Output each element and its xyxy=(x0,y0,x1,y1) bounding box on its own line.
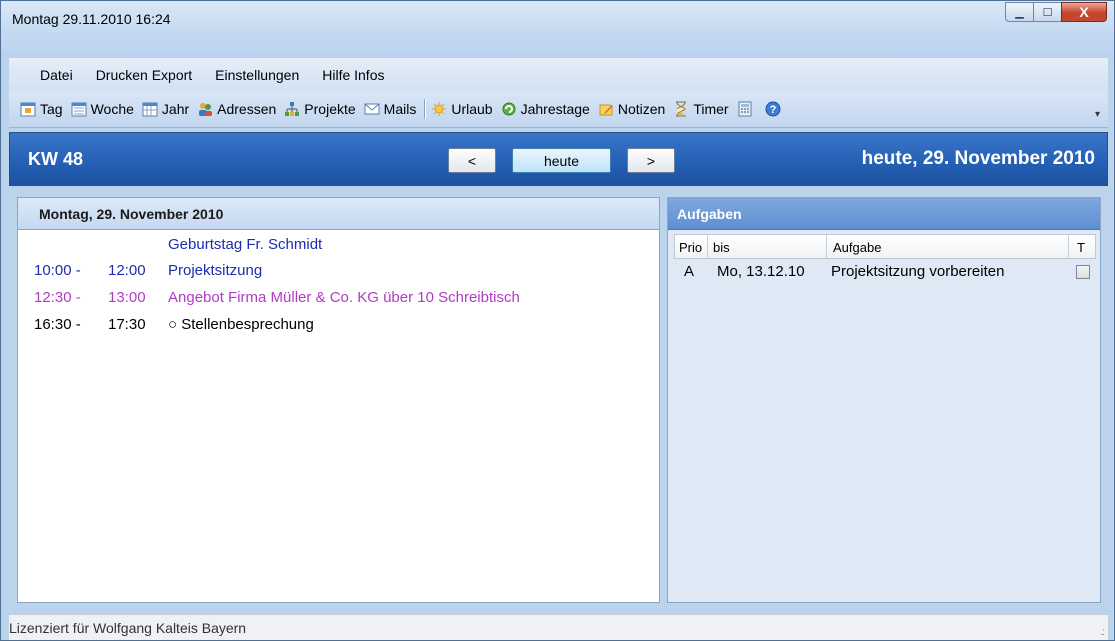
toolbar-separator xyxy=(424,99,426,119)
hourglass-icon xyxy=(673,101,689,117)
calendar-week-icon xyxy=(71,101,87,117)
toolbar-help-button[interactable]: ? xyxy=(765,101,785,117)
today-button[interactable]: heute xyxy=(512,148,611,173)
toolbar-timer-label: Timer xyxy=(693,101,729,117)
mail-icon xyxy=(364,101,380,117)
close-button[interactable]: X xyxy=(1061,2,1107,22)
window-title: Montag 29.11.2010 16:24 xyxy=(12,11,171,27)
toolbar-overflow-icon[interactable]: ▾ xyxy=(1095,109,1100,120)
toolbar-notizen-label: Notizen xyxy=(617,101,666,117)
contacts-icon xyxy=(197,101,213,117)
svg-text:?: ? xyxy=(769,104,776,116)
current-date-label: heute, 29. November 2010 xyxy=(861,148,1095,169)
menu-drucken-export[interactable]: Drucken Export xyxy=(96,67,192,83)
toolbar-jahrestage-button[interactable]: Jahrestage xyxy=(501,101,590,117)
today-button-label: heute xyxy=(543,152,580,169)
notes-icon xyxy=(598,101,614,117)
appointment-start: 16:30 - xyxy=(34,316,81,333)
calendar-year-icon xyxy=(142,101,158,117)
task-title: Projektsitzung vorbereiten xyxy=(831,263,1005,280)
appointment-start: 10:00 - xyxy=(34,262,81,279)
status-bar: Lizenziert für Wolfgang Kalteis Bayern .… xyxy=(9,614,1108,640)
toolbar-calculator-button[interactable] xyxy=(737,101,757,117)
week-navigation-bar: KW 48 < heute > heute, 29. November 2010 xyxy=(9,132,1108,186)
toolbar-woche-label: Woche xyxy=(90,101,134,117)
previous-week-button[interactable]: < xyxy=(448,148,496,173)
previous-label: < xyxy=(467,152,477,169)
appointment-subject: Angebot Firma Müller & Co. KG über 10 Sc… xyxy=(168,289,520,306)
calendar-day-icon xyxy=(20,101,36,117)
column-header-aufgabe[interactable]: Aufgabe xyxy=(833,240,881,255)
resize-grip-icon[interactable]: .: xyxy=(1100,627,1104,638)
menu-bar: Datei Drucken Export Einstellungen Hilfe… xyxy=(9,58,1108,91)
menu-hilfe-infos[interactable]: Hilfe Infos xyxy=(322,67,384,83)
toolbar-projekte-button[interactable]: Projekte xyxy=(284,101,356,117)
toolbar-woche-button[interactable]: Woche xyxy=(71,101,134,117)
toolbar-tag-button[interactable]: Tag xyxy=(20,101,63,117)
calculator-icon xyxy=(737,101,753,117)
toolbar-adressen-button[interactable]: Adressen xyxy=(197,101,276,117)
next-week-button[interactable]: > xyxy=(627,148,675,173)
toolbar-tag-label: Tag xyxy=(40,101,63,117)
column-header-t[interactable]: T xyxy=(1077,240,1085,255)
toolbar-urlaub-label: Urlaub xyxy=(451,101,493,117)
window-controls: ▁ ☐ X xyxy=(1005,2,1107,22)
title-bar: Montag 29.11.2010 16:24 ▁ ☐ X xyxy=(1,1,1114,58)
task-due-date: Mo, 13.12.10 xyxy=(717,263,805,280)
maximize-icon: ☐ xyxy=(1042,6,1053,19)
appointment-end: 12:00 xyxy=(108,262,146,279)
column-divider xyxy=(1068,235,1069,258)
toolbar-jahrestage-label: Jahrestage xyxy=(520,101,590,117)
menu-einstellungen[interactable]: Einstellungen xyxy=(215,67,299,83)
toolbar: Tag Woche Jahr Adressen Projekte Mails U… xyxy=(9,91,1108,128)
appointment-subject: Geburtstag Fr. Schmidt xyxy=(168,236,323,253)
appointment-end: 13:00 xyxy=(108,289,146,306)
appointment-subject: Projektsitzung xyxy=(168,262,263,279)
column-header-prio[interactable]: Prio xyxy=(679,240,702,255)
calendar-week-label: KW 48 xyxy=(28,149,84,169)
appointment-start: 12:30 - xyxy=(34,289,81,306)
toolbar-mails-button[interactable]: Mails xyxy=(364,101,417,117)
task-prio: A xyxy=(684,263,695,280)
tasks-table[interactable]: Prio bis Aufgabe T A Mo, 13.12.10 Projek… xyxy=(674,234,1096,600)
tasks-panel: Aufgaben Prio bis Aufgabe T A Mo, 13.12.… xyxy=(667,197,1101,603)
toolbar-urlaub-button[interactable]: Urlaub xyxy=(431,101,493,117)
toolbar-notizen-button[interactable]: Notizen xyxy=(598,101,665,117)
next-label: > xyxy=(646,152,656,169)
help-icon: ? xyxy=(765,101,781,117)
anniversary-icon xyxy=(501,101,517,117)
toolbar-projekte-label: Projekte xyxy=(304,101,356,117)
column-divider xyxy=(707,235,708,258)
day-view[interactable]: Montag, 29. November 2010 Geburtstag Fr.… xyxy=(17,197,660,603)
tasks-header: Aufgaben xyxy=(668,198,1100,230)
toolbar-jahr-label: Jahr xyxy=(161,101,190,117)
column-header-bis[interactable]: bis xyxy=(713,240,730,255)
license-text: Lizenziert für Wolfgang Kalteis Bayern xyxy=(9,620,247,636)
column-divider xyxy=(826,235,827,258)
maximize-button[interactable]: ☐ xyxy=(1033,2,1061,22)
appointment-end: 17:30 xyxy=(108,316,146,333)
minimize-icon: ▁ xyxy=(1015,6,1024,19)
menu-datei[interactable]: Datei xyxy=(40,67,73,83)
app-window: Montag 29.11.2010 16:24 ▁ ☐ X Datei Druc… xyxy=(0,0,1115,641)
toolbar-timer-button[interactable]: Timer xyxy=(673,101,729,117)
toolbar-adressen-label: Adressen xyxy=(217,101,277,117)
task-done-checkbox[interactable] xyxy=(1076,265,1090,279)
sun-icon xyxy=(431,101,447,117)
day-header: Montag, 29. November 2010 xyxy=(18,198,659,230)
toolbar-mails-label: Mails xyxy=(383,101,417,117)
projects-icon xyxy=(284,101,300,117)
close-icon: X xyxy=(1079,4,1089,20)
appointment-subject: ○ Stellenbesprechung xyxy=(168,316,314,333)
minimize-button[interactable]: ▁ xyxy=(1005,2,1033,22)
tasks-table-header: Prio bis Aufgabe T xyxy=(674,234,1096,259)
toolbar-jahr-button[interactable]: Jahr xyxy=(142,101,189,117)
table-row[interactable]: A Mo, 13.12.10 Projektsitzung vorbereite… xyxy=(674,263,1096,285)
